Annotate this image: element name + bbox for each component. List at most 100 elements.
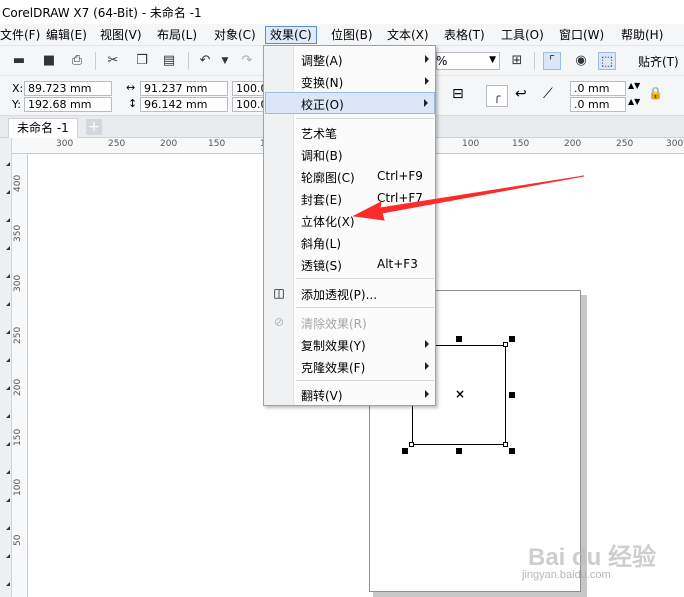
corner-radius-bottom-field[interactable]: .0 mm (570, 97, 626, 112)
copy-icon[interactable]: ❐ (133, 52, 151, 70)
submenu-arrow-icon (425, 55, 429, 63)
menu-view[interactable]: 视图(V) (96, 27, 146, 45)
menu-item-label: 复制效果(Y) (301, 339, 366, 353)
menu-item-label: 校正(O) (301, 98, 344, 112)
menu-item-label: 封套(E) (301, 193, 342, 207)
height-field[interactable]: 96.142 mm (140, 97, 228, 112)
menu-item-blend[interactable]: 调和(B) (265, 143, 435, 165)
rotation-center-icon[interactable]: × (455, 388, 465, 400)
menu-text[interactable]: 文本(X) (383, 27, 433, 45)
color-eyedropper-tool-icon[interactable] (2, 550, 10, 558)
parallel-dimension-tool-icon[interactable] (2, 438, 10, 446)
open-icon[interactable]: ▬ (10, 52, 28, 70)
cut-icon[interactable]: ✂ (104, 52, 122, 70)
undo-dropdown-icon[interactable]: ▼ (216, 52, 234, 70)
menu-item-label: 翻转(V) (301, 389, 343, 403)
transparency-tool-icon[interactable] (2, 522, 10, 530)
menu-item-transform[interactable]: 变换(N) (265, 70, 435, 92)
add-tab-button[interactable]: + (86, 119, 102, 135)
menu-bitmaps[interactable]: 位图(B) (327, 27, 377, 45)
zoom-tool-icon[interactable] (2, 242, 10, 250)
connector-tool-icon[interactable] (2, 466, 10, 474)
selection-handle[interactable] (509, 336, 515, 342)
selection-handle[interactable] (509, 448, 515, 454)
corner-round-icon[interactable]: ╭ (486, 85, 508, 107)
menu-item-extrude[interactable]: 立体化(X) (265, 209, 435, 231)
submenu-arrow-icon (425, 77, 429, 85)
selection-handle[interactable] (456, 336, 462, 342)
y-position-field[interactable]: 192.68 mm (24, 97, 112, 112)
menu-window[interactable]: 窗口(W) (555, 27, 608, 45)
polygon-tool-icon[interactable] (2, 382, 10, 390)
paste-icon[interactable]: ▤ (160, 52, 178, 70)
ruler-label: 150 (13, 428, 23, 446)
corner-chamfer-icon[interactable]: ⟋ (543, 86, 553, 102)
menu-layout[interactable]: 布局(L) (153, 27, 201, 45)
menu-item-adjust[interactable]: 调整(A) (265, 48, 435, 70)
artistic-media-tool-icon[interactable] (2, 298, 10, 306)
spinner-icon[interactable]: ▲▼ (628, 97, 640, 106)
toolbox (0, 138, 12, 597)
menu-item-add-perspective[interactable]: ◫ 添加透视(P)... (265, 282, 435, 304)
corner-node[interactable] (503, 442, 508, 447)
ruler-label: 200 (160, 139, 178, 149)
zoom-level-select[interactable]: % ▼ (436, 52, 500, 70)
submenu-arrow-icon (425, 340, 429, 348)
corner-node[interactable] (409, 442, 414, 447)
drop-shadow-tool-icon[interactable] (2, 494, 10, 502)
vertical-ruler[interactable]: 400 350 300 250 200 150 100 50 (12, 154, 28, 597)
menu-tools[interactable]: 工具(O) (497, 27, 548, 45)
menu-item-shortcut: Ctrl+F9 (377, 169, 423, 183)
menu-help[interactable]: 帮助(H) (617, 27, 667, 45)
menu-item-contour[interactable]: 轮廓图(C) Ctrl+F9 (265, 165, 435, 187)
scale-width-field[interactable]: 100.0 (232, 81, 266, 96)
corner-scallop-icon[interactable]: ↩ (515, 86, 527, 102)
shape-tool-icon[interactable] (2, 186, 10, 194)
x-label: X: (12, 82, 24, 95)
align-icon[interactable]: ⊟ (452, 86, 464, 102)
menu-item-artistic-media[interactable]: 艺术笔 (265, 121, 435, 143)
selection-handle[interactable] (509, 392, 515, 398)
crop-tool-icon[interactable] (2, 214, 10, 222)
full-screen-icon[interactable]: ⊞ (508, 52, 526, 70)
menu-item-envelope[interactable]: 封套(E) Ctrl+F7 (265, 187, 435, 209)
snap-icon[interactable]: ⬚ (598, 52, 616, 70)
view-icon[interactable]: ◉ (572, 52, 590, 70)
menu-item-bevel[interactable]: 斜角(L) (265, 231, 435, 253)
corner-node[interactable] (503, 342, 508, 347)
menu-item-flip[interactable]: 翻转(V) (265, 383, 435, 405)
save-icon[interactable]: ■ (40, 52, 58, 70)
show-rulers-icon[interactable]: ⌜ (543, 52, 561, 70)
menu-edit[interactable]: 编辑(E) (42, 27, 91, 45)
scale-height-field[interactable]: 100.0 (232, 97, 266, 112)
menu-object[interactable]: 对象(C) (210, 27, 260, 45)
menu-table[interactable]: 表格(T) (440, 27, 489, 45)
menu-effects[interactable]: 效果(C) (265, 26, 317, 44)
menu-item-shortcut: Alt+F3 (377, 257, 418, 271)
rectangle-tool-icon[interactable] (2, 326, 10, 334)
menu-item-lens[interactable]: 透镜(S) Alt+F3 (265, 253, 435, 275)
document-tab[interactable]: 未命名 -1 (8, 118, 78, 138)
spinner-icon[interactable]: ▲▼ (628, 81, 640, 90)
menu-item-copy-effect[interactable]: 复制效果(Y) (265, 333, 435, 355)
width-field[interactable]: 91.237 mm (140, 81, 228, 96)
selection-handle[interactable] (456, 448, 462, 454)
text-tool-icon[interactable] (2, 410, 10, 418)
menu-item-correction[interactable]: 校正(O) (265, 92, 435, 114)
corner-radius-top-field[interactable]: .0 mm (570, 81, 626, 96)
redo-icon[interactable]: ↷ (238, 52, 256, 70)
x-position-field[interactable]: 89.723 mm (24, 81, 112, 96)
pick-tool-icon[interactable] (2, 158, 10, 166)
zoom-level-value: % (436, 54, 448, 68)
print-icon[interactable]: ⎙ (68, 52, 86, 70)
snap-to-button[interactable]: 贴齐(T) (638, 53, 679, 70)
menu-item-clone-effect[interactable]: 克隆效果(F) (265, 355, 435, 377)
lock-icon[interactable]: 🔒 (648, 86, 663, 100)
width-icon: ↔ (126, 81, 136, 94)
selection-handle[interactable] (402, 448, 408, 454)
ellipse-tool-icon[interactable] (2, 354, 10, 362)
undo-icon[interactable]: ↶ (196, 52, 214, 70)
interactive-fill-tool-icon[interactable] (2, 578, 10, 586)
menu-file[interactable]: 文件(F) (0, 27, 44, 45)
freehand-tool-icon[interactable] (2, 270, 10, 278)
